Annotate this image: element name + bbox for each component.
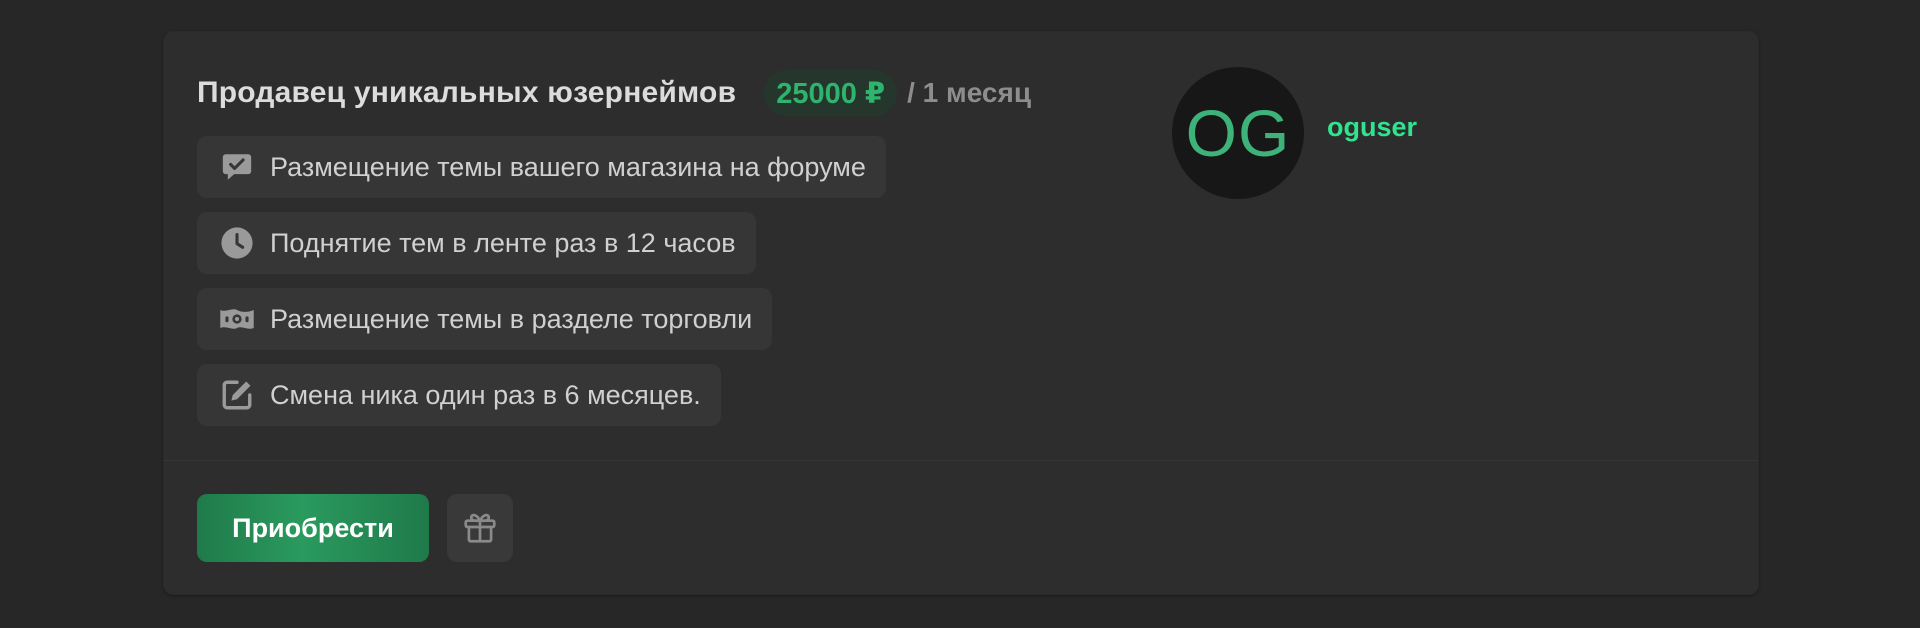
feature-item: Смена ника один раз в 6 месяцев. (197, 364, 721, 426)
username-link[interactable]: oguser (1327, 112, 1417, 143)
feature-label: Размещение темы в разделе торговли (270, 303, 753, 334)
divider (164, 460, 1758, 461)
gift-button[interactable] (447, 494, 513, 562)
feature-item: Размещение темы вашего магазина на форум… (197, 136, 886, 198)
price-badge: 25000 ₽ (764, 70, 898, 116)
card-body: Продавец уникальных юзернеймов 25000 ₽ /… (164, 32, 1758, 460)
feature-list: Размещение темы вашего магазина на форум… (197, 136, 886, 440)
feature-label: Поднятие тем в ленте раз в 12 часов (270, 227, 736, 258)
feature-label: Смена ника один раз в 6 месяцев. (270, 379, 701, 410)
feature-item: Поднятие тем в ленте раз в 12 часов (197, 212, 756, 274)
subscription-title: Продавец уникальных юзернеймов (197, 76, 737, 109)
money-bill-icon (219, 301, 255, 337)
title-row: Продавец уникальных юзернеймов 25000 ₽ /… (197, 69, 1031, 117)
feature-label: Размещение темы вашего магазина на форум… (270, 151, 866, 182)
subscription-card: Продавец уникальных юзернеймов 25000 ₽ /… (163, 31, 1759, 595)
card-footer: Приобрести (197, 494, 513, 562)
gift-icon (461, 508, 499, 549)
edit-icon (219, 377, 255, 413)
price-period: / 1 месяц (907, 77, 1032, 108)
avatar[interactable]: OG (1172, 67, 1304, 199)
chat-check-icon (219, 149, 255, 185)
clock-icon (219, 225, 255, 261)
buy-button[interactable]: Приобрести (197, 494, 429, 562)
feature-item: Размещение темы в разделе торговли (197, 288, 773, 350)
